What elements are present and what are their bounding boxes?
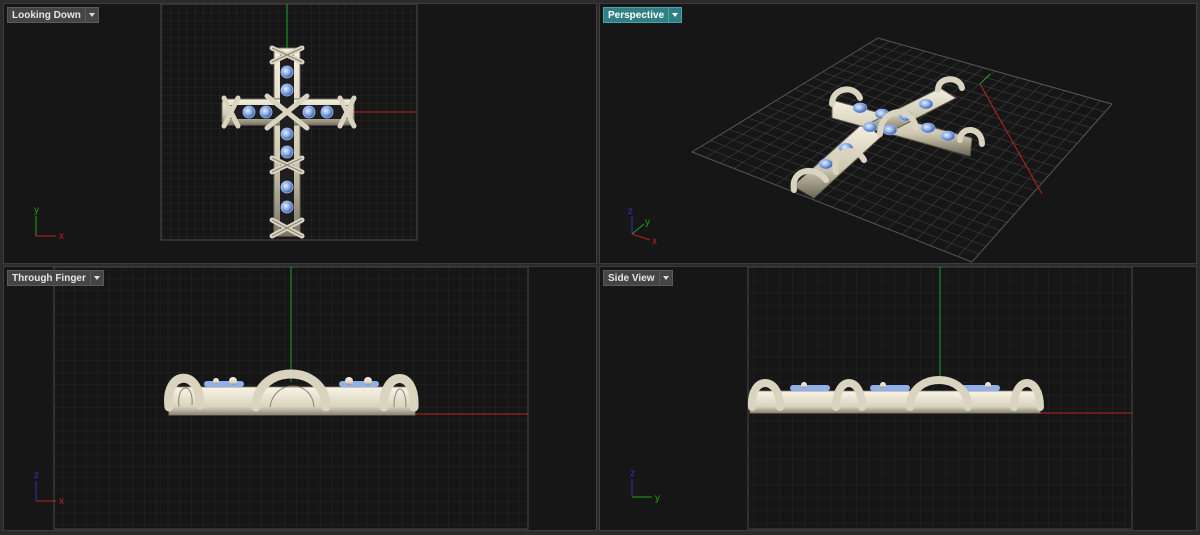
axis-gizmo [631,479,652,498]
viewport-tab-through-finger[interactable]: Through Finger [7,270,104,286]
front-view-canvas[interactable]: z x [4,267,597,531]
viewport-tab-side-view[interactable]: Side View [603,270,673,286]
viewport-looking-down[interactable]: Looking Down y x [3,3,597,264]
viewport-perspective[interactable]: Perspective z y x [599,3,1197,264]
axis-gizmo [35,481,56,502]
chevron-down-icon[interactable] [89,270,104,286]
axis-label-z: z [630,468,635,479]
axis-label-y: y [34,205,39,216]
perspective-grid [691,37,1113,263]
axis-label-x: x [59,496,64,507]
viewport-title[interactable]: Perspective [603,7,669,23]
axis-label-y: y [645,217,650,228]
perspective-canvas[interactable]: z y x [600,4,1197,264]
viewport-tab-looking-down[interactable]: Looking Down [7,7,99,23]
chevron-down-icon[interactable] [84,7,99,23]
top-view-canvas[interactable]: y x [4,4,597,264]
axis-label-x: x [59,231,64,242]
viewport-title[interactable]: Side View [603,270,659,286]
grid-border [690,37,1113,263]
viewport-title[interactable]: Looking Down [7,7,85,23]
axis-label-z: z [628,206,633,217]
viewport-tab-perspective[interactable]: Perspective [603,7,683,23]
axis-gizmo [35,216,56,237]
viewport-side-view[interactable]: Side View z y [599,266,1197,531]
chevron-down-icon[interactable] [658,270,673,286]
chevron-down-icon[interactable] [668,7,683,23]
y-axis-line [979,73,991,85]
side-view-canvas[interactable]: z y [600,267,1197,531]
axis-label-y: y [655,493,660,504]
viewport-through-finger[interactable]: Through Finger z x [3,266,597,531]
viewport-title[interactable]: Through Finger [7,270,90,286]
axis-label-z: z [34,470,39,481]
axis-label-x: x [652,236,657,247]
